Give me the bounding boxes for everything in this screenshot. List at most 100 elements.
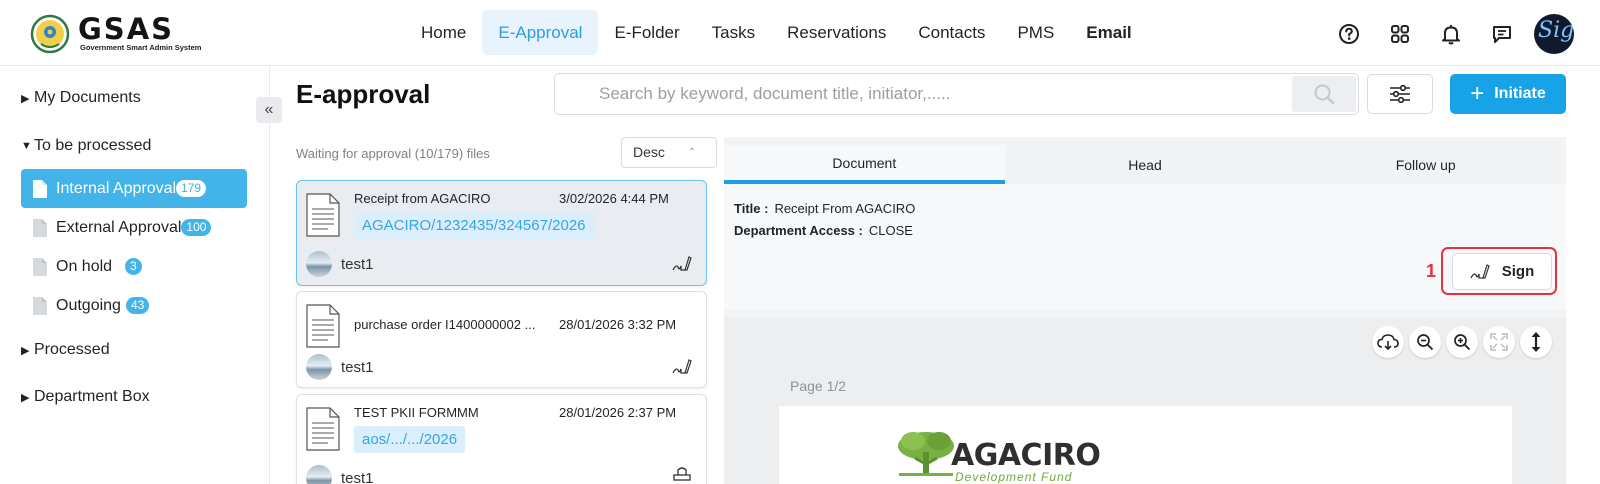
- signature-icon: [672, 359, 692, 374]
- brand-tagline: Government Smart Admin System: [80, 43, 202, 52]
- sliders-icon: [1390, 85, 1410, 103]
- document-icon: [306, 304, 340, 348]
- collapse-sidebar-button[interactable]: «: [256, 97, 282, 123]
- nav-tasks[interactable]: Tasks: [696, 10, 771, 55]
- viewer-toolbar: [1372, 326, 1557, 358]
- document-detail-panel: Document Head Follow up Title : Receipt F…: [724, 137, 1566, 484]
- sign-label: Sign: [1501, 263, 1535, 280]
- main-nav: Home E-Approval E-Folder Tasks Reservati…: [405, 10, 1148, 55]
- info-title-row: Title : Receipt From AGACIRO: [734, 201, 915, 216]
- user-avatar: [306, 465, 332, 484]
- file-icon: [33, 218, 47, 237]
- gsas-logo[interactable]: GSAS Government Smart Admin System: [30, 12, 202, 54]
- nav-contacts[interactable]: Contacts: [902, 10, 1001, 55]
- top-actions: Sig: [1330, 14, 1574, 54]
- signature-icon: [1470, 263, 1490, 279]
- chat-icon[interactable]: [1483, 15, 1521, 53]
- bell-icon[interactable]: [1432, 15, 1470, 53]
- double-chevron-left-icon: «: [264, 101, 274, 118]
- plus-icon: +: [1470, 80, 1485, 107]
- initiator-name: test1: [341, 469, 374, 484]
- document-card[interactable]: TEST PKII FORMMM 28/01/2026 2:37 PM aos/…: [296, 394, 707, 484]
- tree-logo-icon: [898, 432, 954, 476]
- info-access-row: Department Access : CLOSE: [734, 223, 913, 238]
- document-icon: [306, 193, 340, 237]
- document-reference: aos/.../.../2026: [354, 426, 466, 453]
- document-title: Receipt from AGACIRO: [354, 191, 491, 206]
- nav-pms[interactable]: PMS: [1001, 10, 1070, 55]
- updown-chevron-icon: ⌃: [687, 147, 696, 158]
- page-indicator: Page 1/2: [790, 378, 847, 394]
- sidebar-item-internal-approval[interactable]: Internal Approval 179: [21, 169, 247, 208]
- nav-email[interactable]: Email: [1070, 10, 1147, 55]
- info-title-label: Title :: [734, 201, 769, 216]
- national-emblem-icon: [30, 14, 70, 54]
- section-my-documents[interactable]: ▶ My Documents: [21, 89, 141, 107]
- section-processed[interactable]: ▶ Processed: [21, 341, 110, 359]
- initiate-button[interactable]: + Initiate: [1450, 74, 1566, 114]
- section-department-box[interactable]: ▶ Department Box: [21, 388, 150, 406]
- document-date: 28/01/2026 3:32 PM: [559, 317, 677, 332]
- sidebar-item-on-hold[interactable]: On hold 3: [21, 247, 247, 286]
- section-label: Processed: [34, 341, 110, 358]
- signature-icon: [672, 256, 692, 271]
- sort-value: Desc: [633, 144, 665, 160]
- document-card[interactable]: Receipt from AGACIRO 3/02/2026 4:44 PM A…: [296, 180, 707, 286]
- count-badge: 3: [125, 258, 142, 275]
- caret-right-icon: ▶: [21, 391, 30, 404]
- nav-e-folder[interactable]: E-Folder: [598, 10, 695, 55]
- sidebar-item-label: External Approval: [56, 218, 182, 236]
- brand-name: GSAS: [78, 12, 175, 46]
- nav-home[interactable]: Home: [405, 10, 482, 55]
- zoom-out-icon[interactable]: [1409, 326, 1441, 358]
- user-avatar: [306, 251, 332, 277]
- letterhead-subtitle: Development Fund: [955, 470, 1073, 484]
- document-reference: AGACIRO/1232435/324567/2026: [354, 212, 594, 239]
- count-badge: 100: [181, 219, 212, 236]
- document-date: 28/01/2026 2:37 PM: [559, 405, 677, 420]
- sort-select[interactable]: Desc ⌃: [621, 137, 717, 168]
- document-date: 3/02/2026 4:44 PM: [559, 191, 669, 206]
- sign-button[interactable]: Sign: [1452, 253, 1552, 290]
- user-avatar: [306, 354, 332, 380]
- fit-screen-icon[interactable]: [1483, 326, 1515, 358]
- document-icon: [306, 407, 340, 451]
- apps-grid-icon[interactable]: [1381, 15, 1419, 53]
- cloud-download-icon[interactable]: [1372, 326, 1404, 358]
- vertical-expand-icon[interactable]: [1520, 326, 1552, 358]
- tab-follow-up[interactable]: Follow up: [1285, 145, 1566, 184]
- zoom-in-icon[interactable]: [1446, 326, 1478, 358]
- info-access-label: Department Access :: [734, 223, 863, 238]
- section-label: To be processed: [34, 137, 152, 154]
- step-marker: 1: [1426, 261, 1437, 281]
- sidebar-item-label: Internal Approval: [56, 179, 177, 197]
- nav-e-approval[interactable]: E-Approval: [482, 10, 599, 55]
- search-button[interactable]: [1292, 76, 1356, 112]
- filter-button[interactable]: [1367, 74, 1433, 114]
- waiting-count-text: Waiting for approval (10/179) files: [296, 146, 490, 161]
- user-avatar[interactable]: Sig: [1534, 14, 1574, 54]
- sidebar-item-outgoing[interactable]: Outgoing 43: [21, 286, 247, 325]
- document-title: purchase order I1400000002 ...: [354, 317, 536, 332]
- top-navigation-bar: GSAS Government Smart Admin System Home …: [0, 0, 1600, 66]
- avatar-signature-text: Sig: [1538, 18, 1574, 43]
- pdf-viewer: Page 1/2 AGACIRO Development Fund: [724, 318, 1566, 484]
- document-card[interactable]: purchase order I1400000002 ... 28/01/202…: [296, 291, 707, 388]
- letterhead-name: AGACIRO: [951, 438, 1101, 473]
- left-sidebar: ▶ My Documents ▼ To be processed Interna…: [0, 66, 270, 484]
- search-box: [554, 73, 1359, 115]
- initiate-label: Initiate: [1494, 85, 1546, 102]
- file-icon: [33, 296, 47, 315]
- help-icon[interactable]: [1330, 15, 1368, 53]
- tab-document[interactable]: Document: [724, 145, 1005, 184]
- section-label: Department Box: [34, 388, 150, 405]
- document-title: TEST PKII FORMMM: [354, 405, 479, 420]
- count-badge: 179: [176, 180, 207, 197]
- sidebar-item-external-approval[interactable]: External Approval 100: [21, 208, 247, 247]
- initiator-name: test1: [341, 255, 374, 273]
- tab-head[interactable]: Head: [1005, 145, 1286, 184]
- section-to-be-processed[interactable]: ▼ To be processed: [21, 137, 151, 155]
- search-input[interactable]: [557, 76, 1287, 112]
- info-title-value: Receipt From AGACIRO: [774, 201, 916, 216]
- nav-reservations[interactable]: Reservations: [771, 10, 902, 55]
